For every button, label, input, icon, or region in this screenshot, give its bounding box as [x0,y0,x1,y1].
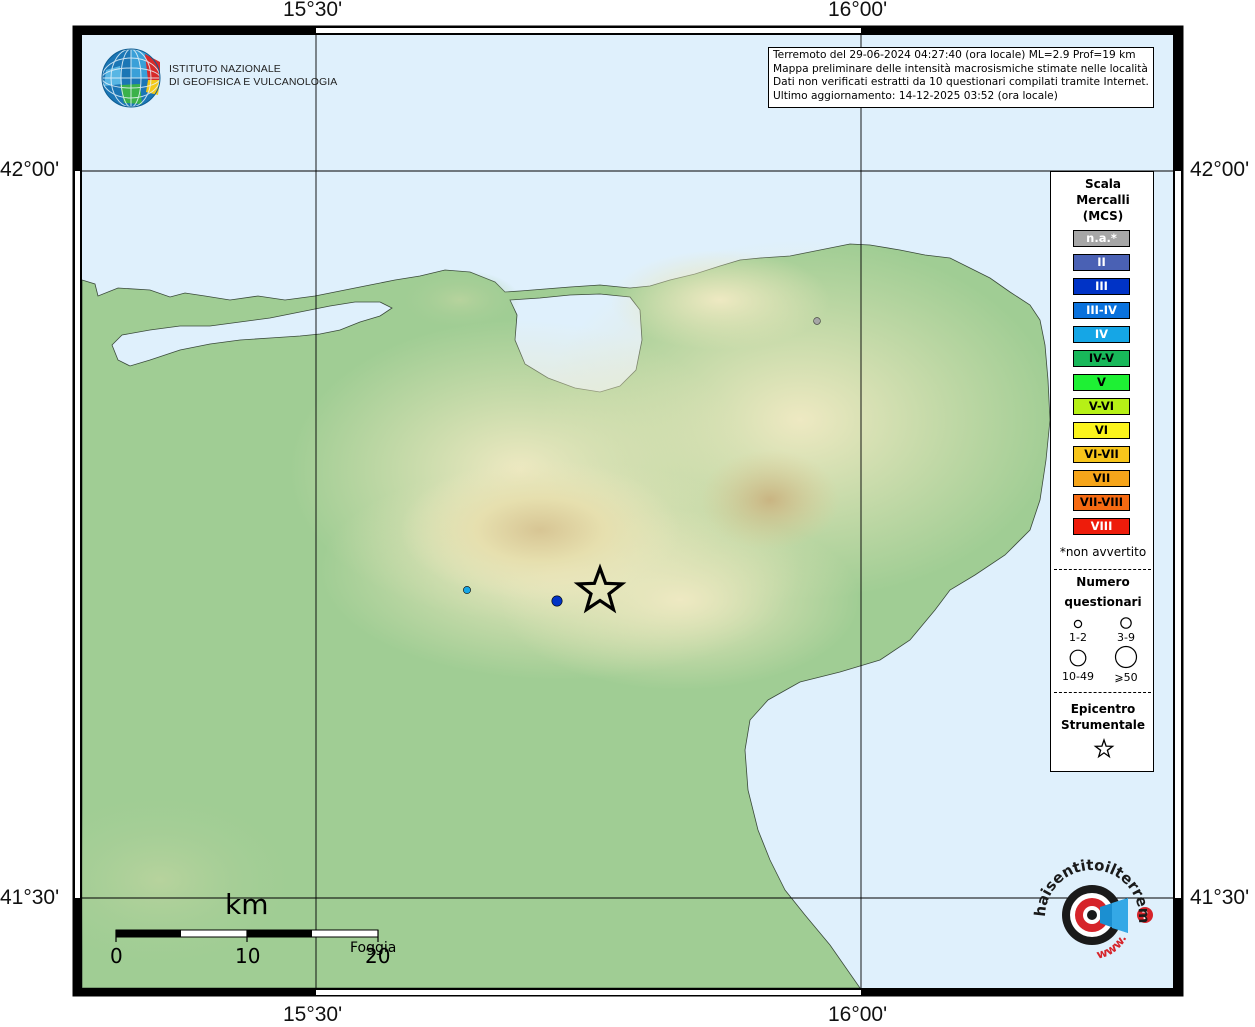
lat-label-left-top: 42°00' [0,158,60,181]
count-label-10-49: 10-49 [1062,670,1094,683]
epicenter-title-line2: Strumentale [1060,718,1146,732]
legend-title-line1: Scala [1084,177,1122,191]
intensity-swatch: VI-VII [1073,446,1130,463]
ingv-logo-line1: ISTITUTO NAZIONALE [169,63,281,75]
svg-text:www.: www. [1095,932,1130,962]
count-label-3-9: 3-9 [1117,631,1135,644]
count-title-line1: Numero [1076,575,1130,589]
count-label-1-2: 1-2 [1069,631,1087,644]
lon-label-top-right: 16°00' [828,0,888,21]
intensity-swatch: III [1073,278,1130,295]
epicenter-title-line1: Epicentro [1070,702,1136,716]
legend-title-line2: Mercalli [1076,193,1130,207]
scale-bar-unit: km [225,888,269,921]
count-title-line2: questionari [1064,595,1142,609]
lat-label-right-bottom: 41°30' [1190,886,1250,909]
place-label-foggia: Foggia [350,940,397,956]
count-symbol-50 [1114,645,1138,669]
intensity-swatch: V-VI [1073,398,1130,415]
lon-label-bottom-left: 15°30' [283,1003,343,1026]
svg-text:haisentitoilterremoto.it: haisentitoilterremoto.it [1030,855,1153,924]
intensity-swatch: VII [1073,470,1130,487]
legend-title-line3: (MCS) [1082,209,1124,223]
observation-point-na[interactable] [813,317,821,325]
scale-bar-tick-0: 0 [110,944,123,968]
lon-label-top-left: 15°30' [283,0,343,21]
observation-point-iii[interactable] [551,595,563,607]
intensity-swatch: IV [1073,326,1130,343]
not-felt-note: *non avvertito [1059,545,1147,559]
intensity-swatch: V [1073,374,1130,391]
epicenter-legend-star-icon [1093,738,1115,759]
count-symbol-10-49 [1069,649,1087,667]
event-info-line4: Ultimo aggiornamento: 14-12-2025 03:52 (… [773,89,1058,102]
intensity-swatch: VI [1073,422,1130,439]
legend-panel: Scala Mercalli (MCS) n.a.* II III III-IV IV I… [1050,171,1154,772]
event-info-line3: Dati non verificati estratti da 10 quest… [773,76,1149,89]
haisentito-badge-text: haisentitoilterremoto.it www. [1030,855,1153,962]
intensity-swatch: VII-VIII [1073,494,1130,511]
lat-label-left-bottom: 41°30' [0,886,60,909]
lon-label-bottom-right: 16°00' [828,1003,888,1026]
count-label-50: ⩾50 [1114,671,1138,684]
intensity-swatch: VIII [1073,518,1130,535]
scale-bar-tick-10: 10 [235,944,261,968]
event-info-box: Terremoto del 29-06-2024 04:27:40 (ora l… [768,47,1154,108]
lat-label-right-top: 42°00' [1190,158,1250,181]
intensity-swatch: II [1073,254,1130,271]
intensity-swatch: IV-V [1073,350,1130,367]
observation-point-iv[interactable] [463,586,471,594]
ingv-logo-line2: DI GEOFISICA E VULCANOLOGIA [169,76,338,88]
event-info-line2: Mappa preliminare delle intensità macros… [773,62,1148,75]
legend-separator-2 [1054,692,1151,693]
intensity-swatch: n.a.* [1073,230,1130,247]
legend-separator [1054,569,1151,570]
count-symbol-1-2 [1073,619,1083,629]
count-symbol-3-9 [1120,617,1132,629]
ingv-logo-icon [101,48,161,108]
intensity-swatch: III-IV [1073,302,1130,319]
event-info-line1: Terremoto del 29-06-2024 04:27:40 (ora l… [773,49,1136,61]
ingv-logo-text: ISTITUTO NAZIONALE DI GEOFISICA E VULCAN… [169,63,337,89]
